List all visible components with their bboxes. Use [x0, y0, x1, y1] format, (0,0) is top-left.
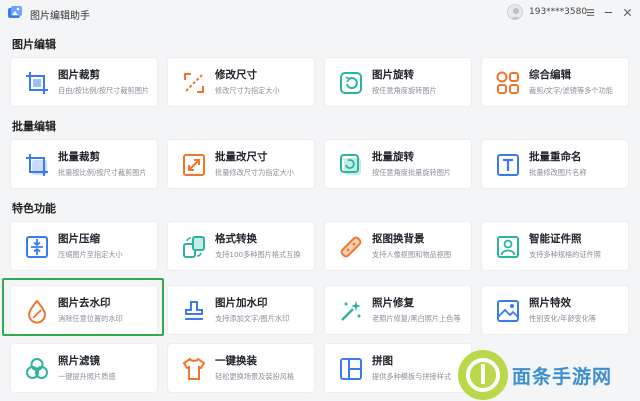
card-title: 图片裁剪: [58, 69, 100, 81]
card-comprehensive-edit[interactable]: 综合编辑 裁剪/文字/滤镜等多个功能: [481, 57, 629, 107]
convert-icon: [181, 234, 207, 260]
card-title: 图片压缩: [58, 233, 100, 245]
card-desc: 按任意角度批量旋转图片: [372, 168, 452, 177]
card-cutout-background[interactable]: 抠图换背景 支持人像抠图和物品抠图: [324, 221, 472, 271]
card-photo-repair[interactable]: 照片修复 老照片修复/黑白照片上色等: [324, 285, 472, 335]
card-batch-rename[interactable]: 批量重命名 批量修改图片名称: [481, 139, 629, 189]
card-title: 批量旋转: [372, 151, 414, 163]
card-title: 一键换装: [215, 355, 257, 367]
effect-icon: [495, 298, 521, 324]
watermark-logo-icon: [458, 350, 508, 400]
card-desc: 支持多种规格的证件照: [529, 250, 601, 259]
card-desc: 消除任意位置的水印: [58, 314, 123, 323]
card-desc: 批量按比例/按尺寸裁剪图片: [58, 168, 147, 177]
remove-watermark-icon: [24, 298, 50, 324]
card-rotate[interactable]: 图片旋转 按任意角度旋转图片: [324, 57, 472, 107]
card-desc: 性别变化/年龄变化等: [529, 314, 597, 323]
card-title: 抠图换背景: [372, 233, 425, 245]
card-id-photo[interactable]: 智能证件照 支持多种规格的证件照: [481, 221, 629, 271]
card-desc: 批量修改图片名称: [529, 168, 587, 177]
menu-icon: [586, 8, 594, 16]
card-title: 照片特效: [529, 297, 571, 309]
card-title: 批量重命名: [529, 151, 582, 163]
section-title-image-edit: 图片编辑: [12, 38, 56, 51]
card-photo-filter[interactable]: 照片滤镜 一键提升照片质感: [10, 343, 158, 393]
card-title: 批量改尺寸: [215, 151, 268, 163]
card-desc: 老照片修复/黑白照片上色等: [372, 314, 461, 323]
grid-icon: [495, 70, 521, 96]
batch-resize-icon: [181, 152, 207, 178]
minimize-button[interactable]: [600, 3, 616, 21]
batch-crop-icon: [24, 152, 50, 178]
card-outfit-change[interactable]: 一键换装 轻松更换场景及装扮风格: [167, 343, 315, 393]
rename-icon: [495, 152, 521, 178]
card-image-crop[interactable]: 图片裁剪 自由/按比例/按尺寸裁剪图片: [10, 57, 158, 107]
card-resize[interactable]: 修改尺寸 修改尺寸为指定大小: [167, 57, 315, 107]
card-batch-crop[interactable]: 批量裁剪 批量按比例/按尺寸裁剪图片: [10, 139, 158, 189]
card-desc: 压缩图片至指定大小: [58, 250, 123, 259]
card-title: 智能证件照: [529, 233, 582, 245]
card-collage[interactable]: 拼图 提供多种模板与拼接样式: [324, 343, 472, 393]
outfit-icon: [181, 356, 207, 382]
close-icon: [623, 8, 631, 16]
repair-icon: [338, 298, 364, 324]
resize-icon: [181, 70, 207, 96]
card-title: 格式转换: [215, 233, 257, 245]
filter-icon: [24, 356, 50, 382]
card-title: 图片加水印: [215, 297, 268, 309]
card-desc: 提供多种模板与拼接样式: [372, 372, 452, 381]
card-add-watermark[interactable]: 图片加水印 支持添加文字/图片水印: [167, 285, 315, 335]
collage-icon: [338, 356, 364, 382]
watermark-text: 面条手游网: [512, 366, 613, 388]
card-title: 照片滤镜: [58, 355, 100, 367]
card-title: 综合编辑: [529, 69, 571, 81]
user-avatar[interactable]: [507, 4, 523, 20]
card-desc: 支持添加文字/图片水印: [215, 314, 290, 323]
card-desc: 按任意角度旋转图片: [372, 86, 437, 95]
compress-icon: [24, 234, 50, 260]
card-compress[interactable]: 图片压缩 压缩图片至指定大小: [10, 221, 158, 271]
card-desc: 裁剪/文字/滤镜等多个功能: [529, 86, 613, 95]
site-watermark: 面条手游网: [458, 350, 640, 401]
title-bar: 图片编辑助手 193****3580: [0, 0, 640, 26]
card-batch-rotate[interactable]: 批量旋转 按任意角度批量旋转图片: [324, 139, 472, 189]
card-desc: 支持人像抠图和物品抠图: [372, 250, 452, 259]
card-remove-watermark[interactable]: 图片去水印 消除任意位置的水印: [10, 285, 158, 335]
card-title: 图片旋转: [372, 69, 414, 81]
minimize-icon: [604, 11, 612, 13]
card-title: 图片去水印: [58, 297, 111, 309]
id-photo-icon: [495, 234, 521, 260]
card-title: 拼图: [372, 355, 393, 367]
card-batch-resize[interactable]: 批量改尺寸 批量修改尺寸为指定大小: [167, 139, 315, 189]
card-desc: 支持100多种图片格式互换: [215, 250, 301, 259]
card-desc: 自由/按比例/按尺寸裁剪图片: [58, 86, 150, 95]
card-desc: 一键提升照片质感: [58, 372, 116, 381]
menu-button[interactable]: [582, 3, 598, 21]
card-desc: 修改尺寸为指定大小: [215, 86, 280, 95]
card-title: 修改尺寸: [215, 69, 257, 81]
card-desc: 轻松更换场景及装扮风格: [215, 372, 295, 381]
batch-rotate-icon: [338, 152, 364, 178]
add-watermark-icon: [181, 298, 207, 324]
close-button[interactable]: [619, 3, 635, 21]
user-phone[interactable]: 193****3580: [529, 7, 587, 17]
card-title: 批量裁剪: [58, 151, 100, 163]
card-title: 照片修复: [372, 297, 414, 309]
rotate-icon: [338, 70, 364, 96]
section-title-features: 特色功能: [12, 202, 56, 215]
cutout-icon: [338, 234, 364, 260]
crop-icon: [24, 70, 50, 96]
section-title-batch-edit: 批量编辑: [12, 120, 56, 133]
card-format-convert[interactable]: 格式转换 支持100多种图片格式互换: [167, 221, 315, 271]
app-title: 图片编辑助手: [30, 11, 90, 22]
card-desc: 批量修改尺寸为指定大小: [215, 168, 295, 177]
card-photo-effect[interactable]: 照片特效 性别变化/年龄变化等: [481, 285, 629, 335]
app-logo-icon: [7, 5, 23, 21]
